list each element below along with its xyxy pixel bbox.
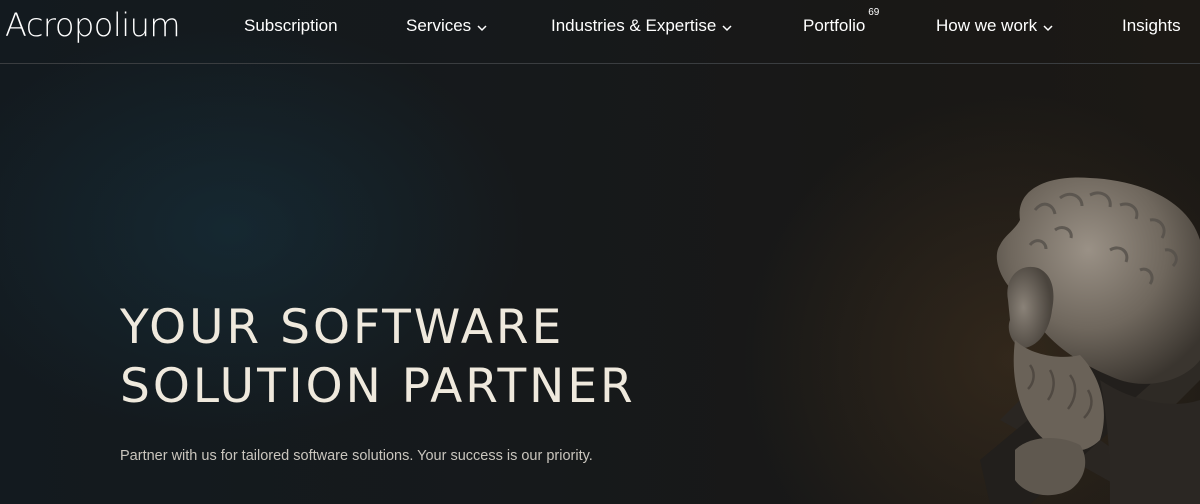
nav-item-label: Subscription xyxy=(244,16,338,35)
chevron-down-icon xyxy=(477,15,487,39)
nav-item-subscription[interactable]: Subscription xyxy=(244,14,338,38)
nav-item-how-we-work[interactable]: How we work xyxy=(936,14,1053,38)
nav-item-industries-expertise[interactable]: Industries & Expertise xyxy=(551,14,732,38)
nav-item-insights[interactable]: Insights xyxy=(1122,14,1181,38)
nav-item-label: Industries & Expertise xyxy=(551,16,717,35)
nav-item-label: Insights xyxy=(1122,16,1181,35)
nav-item-portfolio[interactable]: Portfolio 69 xyxy=(803,7,879,38)
page: Acropolium Subscription Services Industr… xyxy=(0,0,1200,504)
hero-title: YOUR SOFTWARE SOLUTION PARTNER xyxy=(120,300,636,414)
chevron-down-icon xyxy=(1043,15,1053,39)
nav-item-label: Services xyxy=(406,16,472,35)
logo[interactable]: Acropolium xyxy=(5,5,181,45)
nav-item-label: Portfolio xyxy=(803,16,866,35)
nav-item-services[interactable]: Services xyxy=(406,14,487,38)
nav-item-label: How we work xyxy=(936,16,1038,35)
chevron-down-icon xyxy=(722,15,732,39)
hero-subtitle: Partner with us for tailored software so… xyxy=(120,448,593,464)
site-header: Acropolium Subscription Services Industr… xyxy=(0,0,1200,64)
statue-image xyxy=(996,177,1200,504)
portfolio-count-badge: 69 xyxy=(868,7,880,18)
